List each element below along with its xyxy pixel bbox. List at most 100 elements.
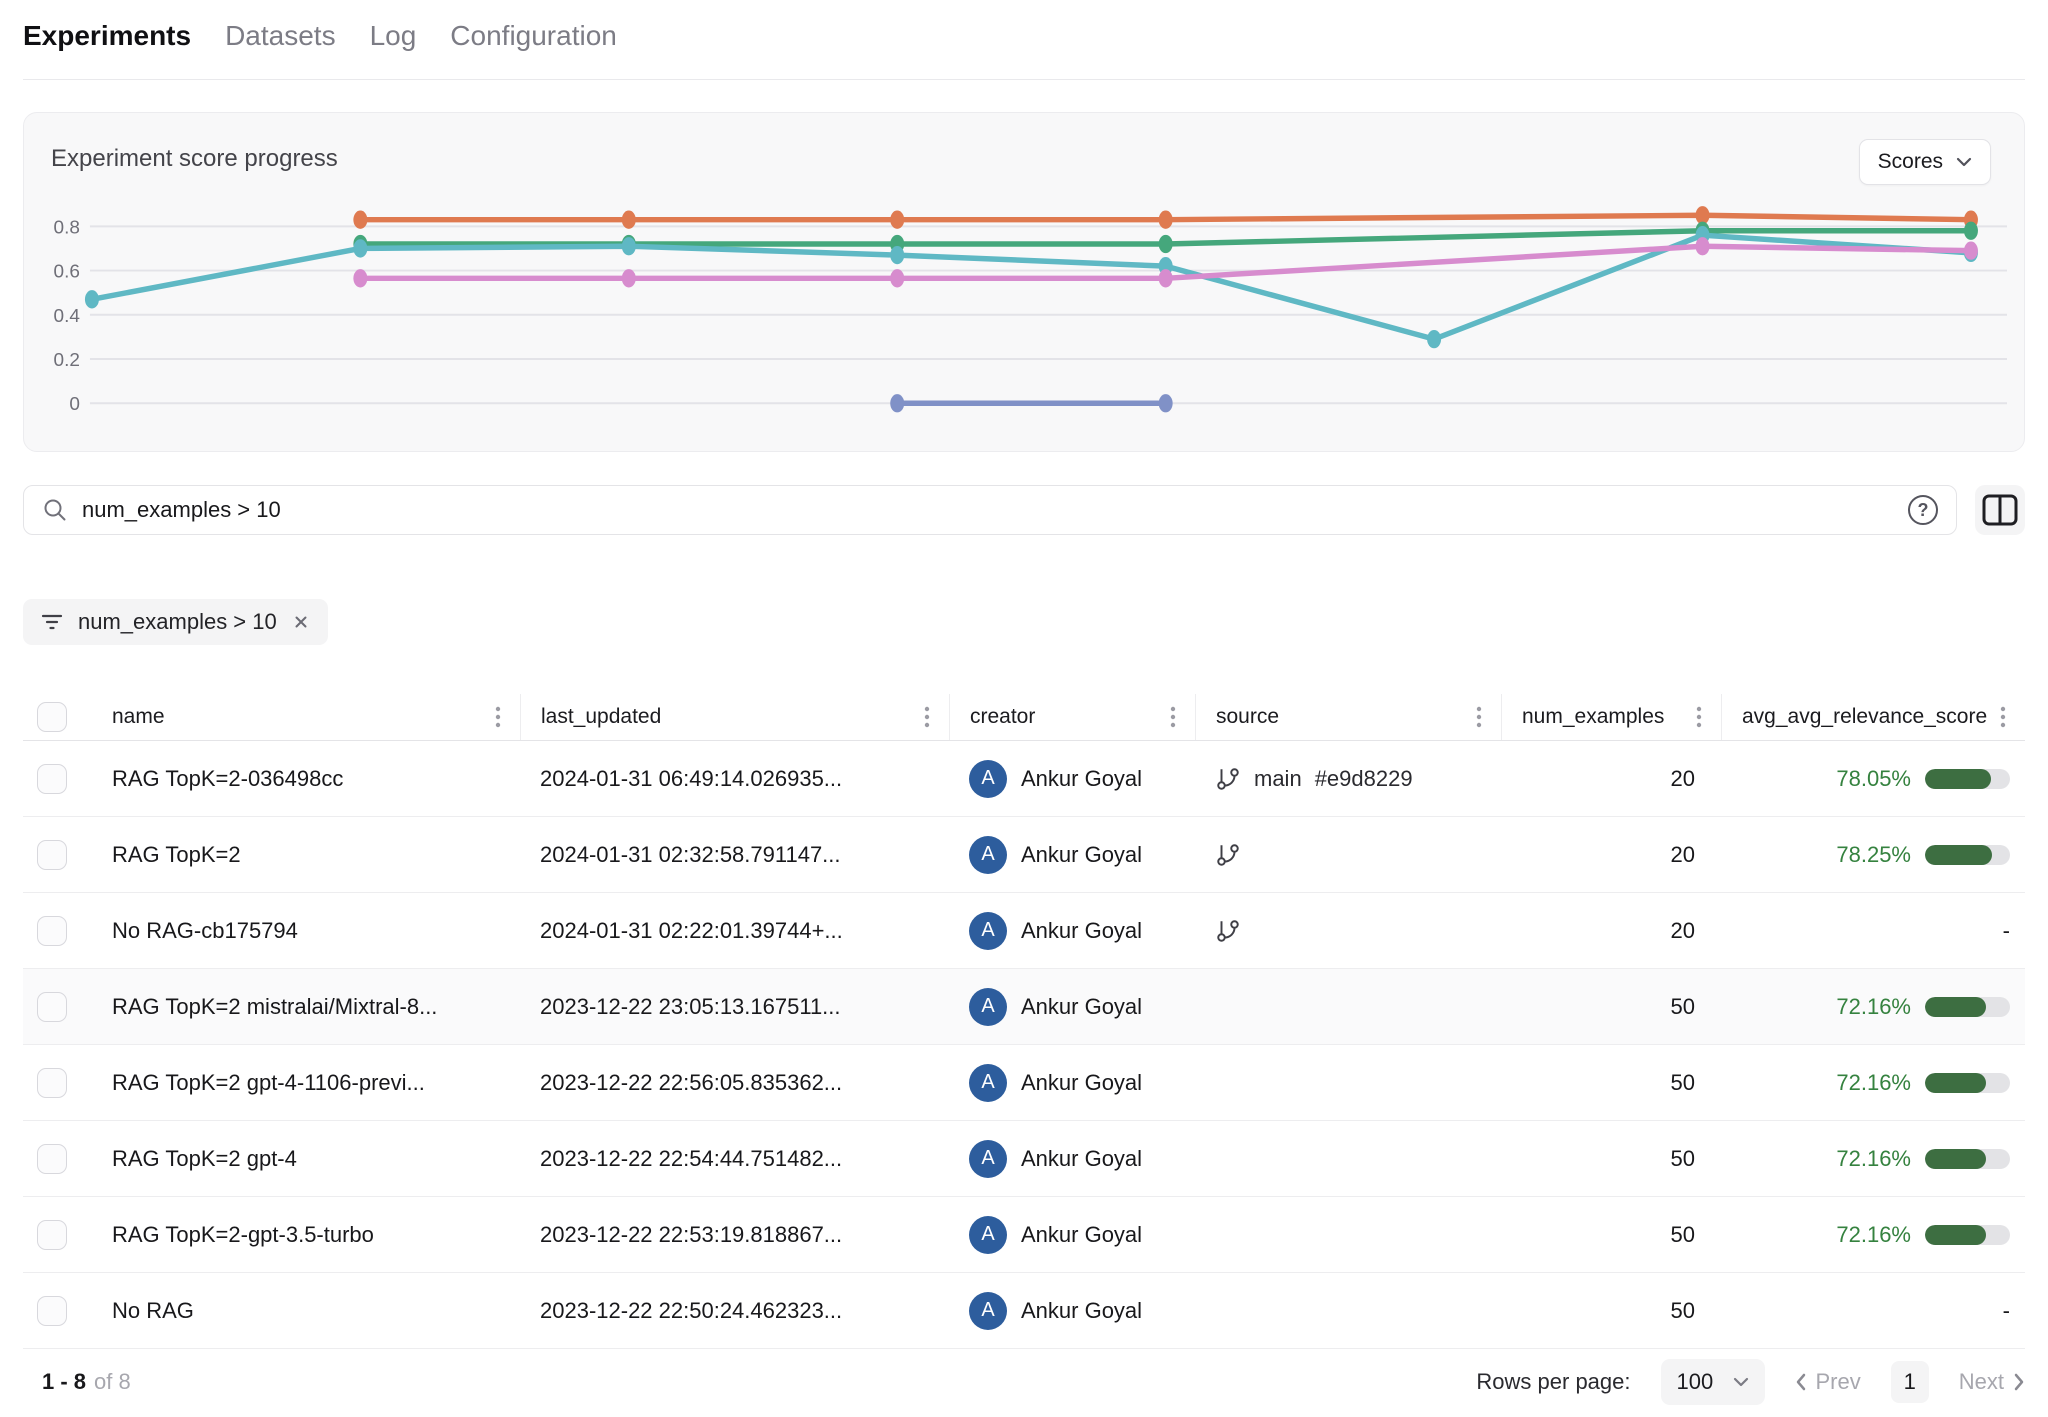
experiment-name-cell[interactable]: No RAG: [92, 1298, 520, 1324]
chart-point-pink[interactable]: [1964, 242, 1978, 260]
chart-point-teal[interactable]: [622, 237, 636, 255]
column-header-source[interactable]: source: [1195, 694, 1501, 740]
toggle-side-panel-button[interactable]: [1975, 485, 2025, 535]
last-updated-cell: 2023-12-22 22:50:24.462323...: [520, 1298, 949, 1324]
table-row[interactable]: RAG TopK=2-gpt-3.5-turbo2023-12-22 22:53…: [23, 1197, 2025, 1273]
empty-score-dash: -: [2003, 918, 2010, 944]
row-checkbox[interactable]: [37, 916, 67, 946]
score-percent: 72.16%: [1836, 1070, 1911, 1096]
score-chart: 00.20.40.60.8: [24, 113, 2024, 451]
kebab-menu-icon[interactable]: [1470, 704, 1488, 730]
row-checkbox[interactable]: [37, 840, 67, 870]
active-filters: num_examples > 10: [23, 599, 2025, 645]
chart-point-green[interactable]: [1159, 235, 1173, 253]
table-row[interactable]: RAG TopK=22024-01-31 02:32:58.791147...A…: [23, 817, 2025, 893]
table-footer: 1 - 8of 8 Rows per page: 100 Prev 1 Next: [23, 1349, 2025, 1415]
chart-point-pink[interactable]: [1696, 237, 1710, 255]
row-checkbox[interactable]: [37, 764, 67, 794]
score-progress-bar: [1925, 1149, 2010, 1169]
row-checkbox[interactable]: [37, 1296, 67, 1326]
table-row[interactable]: RAG TopK=2 mistralai/Mixtral-8...2023-12…: [23, 969, 2025, 1045]
tab-log[interactable]: Log: [370, 20, 417, 52]
experiment-name-cell[interactable]: RAG TopK=2: [92, 842, 520, 868]
kebab-menu-icon[interactable]: [918, 704, 936, 730]
rows-per-page-select[interactable]: 100: [1661, 1359, 1765, 1405]
chart-point-teal[interactable]: [353, 239, 367, 257]
chart-point-pink[interactable]: [622, 269, 636, 287]
avatar: A: [969, 836, 1007, 874]
kebab-menu-icon[interactable]: [1164, 704, 1182, 730]
row-checkbox-cell: [23, 840, 92, 870]
last-updated-cell: 2023-12-22 23:05:13.167511...: [520, 994, 949, 1020]
last-updated-value: 2024-01-31 02:22:01.39744+...: [540, 918, 843, 944]
chart-point-orange[interactable]: [1159, 211, 1173, 229]
column-header-num-examples[interactable]: num_examples: [1501, 694, 1721, 740]
creator-name: Ankur Goyal: [1021, 842, 1142, 868]
tab-configuration[interactable]: Configuration: [450, 20, 617, 52]
creator-name: Ankur Goyal: [1021, 994, 1142, 1020]
row-checkbox-cell: [23, 916, 92, 946]
chart-point-orange[interactable]: [890, 211, 904, 229]
table-body: RAG TopK=2-036498cc 2024-01-31 06:49:14.0…: [23, 741, 2025, 1349]
avatar: A: [969, 1292, 1007, 1330]
kebab-menu-icon[interactable]: [1994, 704, 2012, 730]
table-row[interactable]: No RAG2023-12-22 22:50:24.462323...AAnku…: [23, 1273, 2025, 1349]
last-updated-value: 2023-12-22 22:54:44.751482...: [540, 1146, 842, 1172]
y-axis-tick-label: 0: [69, 394, 80, 415]
search-row: ?: [23, 485, 2025, 535]
chart-point-orange[interactable]: [622, 211, 636, 229]
remove-filter-button[interactable]: [291, 612, 311, 632]
next-page-button[interactable]: Next: [1959, 1369, 2025, 1395]
experiment-name-cell[interactable]: RAG TopK=2 mistralai/Mixtral-8...: [92, 994, 520, 1020]
select-all-checkbox[interactable]: [37, 702, 67, 732]
table-row[interactable]: RAG TopK=2 gpt-4-1106-previ...2023-12-22…: [23, 1045, 2025, 1121]
table-row[interactable]: RAG TopK=2 gpt-4 2023-12-22 22:54:44.7514…: [23, 1121, 2025, 1197]
chart-point-pink[interactable]: [890, 269, 904, 287]
table-row[interactable]: No RAG-cb175794 2024-01-31 02:22:01.39744…: [23, 893, 2025, 969]
chart-point-pink[interactable]: [1159, 269, 1173, 287]
creator-name: Ankur Goyal: [1021, 918, 1142, 944]
kebab-menu-icon[interactable]: [1690, 704, 1708, 730]
avg-relevance-score-cell: -: [1721, 918, 2025, 944]
page-number-button[interactable]: 1: [1891, 1361, 1929, 1403]
column-header-name[interactable]: name: [92, 694, 520, 740]
kebab-menu-icon[interactable]: [489, 704, 507, 730]
prev-page-button[interactable]: Prev: [1795, 1369, 1861, 1395]
creator-name: Ankur Goyal: [1021, 1222, 1142, 1248]
creator-name: Ankur Goyal: [1021, 1146, 1142, 1172]
chart-point-orange[interactable]: [353, 211, 367, 229]
column-header-last-updated[interactable]: last_updated: [520, 694, 949, 740]
chart-point-green[interactable]: [1964, 222, 1978, 240]
experiment-name-cell[interactable]: RAG TopK=2-gpt-3.5-turbo: [92, 1222, 520, 1248]
chart-point-teal[interactable]: [890, 246, 904, 264]
column-header-creator[interactable]: creator: [949, 694, 1195, 740]
chart-point-pink[interactable]: [353, 269, 367, 287]
search-input[interactable]: [82, 497, 1894, 523]
experiment-name-cell[interactable]: RAG TopK=2 gpt-4-1106-previ...: [92, 1070, 520, 1096]
experiment-name-cell[interactable]: RAG TopK=2-036498cc: [92, 766, 520, 792]
chart-point-teal[interactable]: [1427, 330, 1441, 348]
chart-point-teal[interactable]: [85, 290, 99, 308]
tab-datasets[interactable]: Datasets: [225, 20, 336, 52]
table-row[interactable]: RAG TopK=2-036498cc 2024-01-31 06:49:14.0…: [23, 741, 2025, 817]
avatar: A: [969, 1140, 1007, 1178]
last-updated-value: 2024-01-31 06:49:14.026935...: [540, 766, 842, 792]
chart-point-purple[interactable]: [1159, 394, 1173, 412]
tab-experiments[interactable]: Experiments: [23, 20, 191, 52]
filter-chip[interactable]: num_examples > 10: [23, 599, 328, 645]
last-updated-cell: 2024-01-31 02:22:01.39744+...: [520, 918, 949, 944]
column-header-avg-avg-relevance-score[interactable]: avg_avg_relevance_score: [1721, 694, 2025, 740]
avg-relevance-score-cell: 72.16%: [1721, 1070, 2025, 1096]
creator-name: Ankur Goyal: [1021, 766, 1142, 792]
chart-point-purple[interactable]: [890, 394, 904, 412]
avg-relevance-score-cell: 72.16%: [1721, 994, 2025, 1020]
search-box[interactable]: ?: [23, 485, 1957, 535]
row-checkbox[interactable]: [37, 992, 67, 1022]
top-nav: Experiments Datasets Log Configuration: [23, 0, 2025, 80]
experiment-name-cell[interactable]: RAG TopK=2 gpt-4: [92, 1146, 520, 1172]
help-icon[interactable]: ?: [1908, 495, 1938, 525]
experiment-name-cell[interactable]: No RAG-cb175794: [92, 918, 520, 944]
row-checkbox[interactable]: [37, 1144, 67, 1174]
row-checkbox[interactable]: [37, 1220, 67, 1250]
row-checkbox[interactable]: [37, 1068, 67, 1098]
